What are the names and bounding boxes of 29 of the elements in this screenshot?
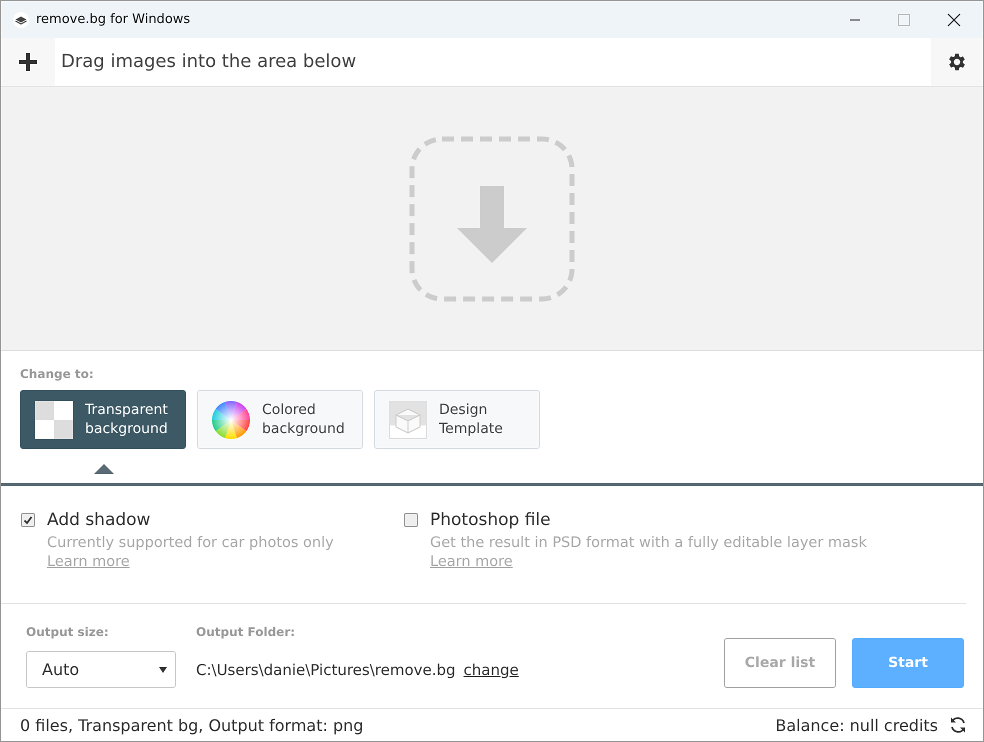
section-label: Change to: (20, 367, 95, 381)
settings-icon[interactable] (946, 51, 968, 73)
balance-text: Balance: null credits (775, 716, 938, 734)
caret-icon (159, 666, 167, 672)
status-text: 0 files, Transparent bg, Output format: png (20, 716, 364, 734)
size-dropdown[interactable]: Auto (26, 651, 176, 688)
checkbox[interactable] (404, 513, 418, 527)
refresh-icon[interactable] (948, 715, 968, 735)
option-description: Currently supported for car photos only (47, 535, 335, 551)
checkbox[interactable] (21, 513, 35, 527)
option-description: Get the result in PSD format with a fully editable layer mask (430, 535, 868, 551)
app-logo-icon (13, 12, 29, 28)
background-option[interactable]: Transparent background (20, 390, 186, 449)
drop-hint: Drag images into the area below (55, 38, 931, 86)
change-link[interactable]: change (464, 660, 519, 678)
folder-path: C:\Users\danie\Pictures\remove.bg (196, 660, 456, 678)
add-icon[interactable] (17, 51, 39, 73)
background-option[interactable]: Design Template (374, 390, 540, 449)
cube-icon (389, 400, 427, 438)
window-title: remove.bg for Windows (36, 12, 190, 27)
field-label: Output Folder: (196, 625, 296, 639)
color-wheel-icon (212, 400, 250, 438)
field-label: Output size: (26, 625, 110, 639)
option-label: Add shadow (47, 510, 150, 530)
background-option[interactable]: Colored background (197, 390, 363, 449)
checkerboard-icon (35, 400, 73, 438)
option-label: Photoshop file (430, 510, 551, 530)
close-icon[interactable] (947, 12, 961, 26)
pointer-icon (94, 464, 114, 474)
